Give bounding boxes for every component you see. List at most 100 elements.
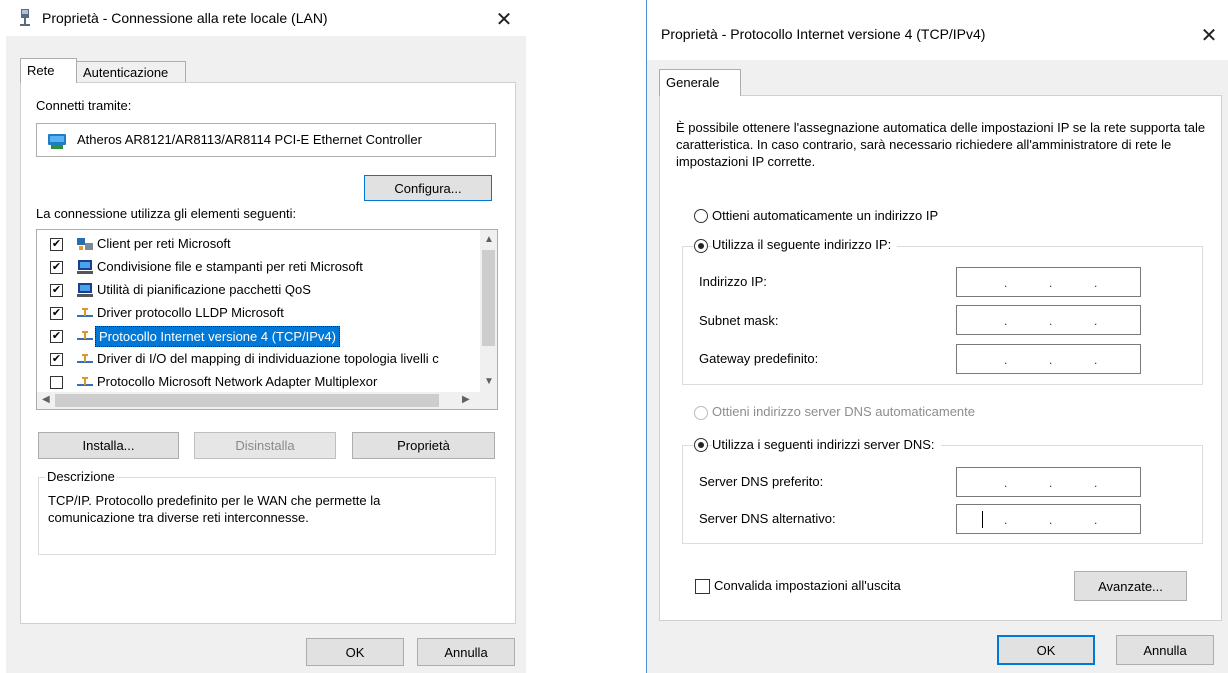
ip-dot: . [1094,353,1098,367]
adapter-name: Atheros AR8121/AR8113/AR8114 PCI-E Ether… [77,132,422,147]
gateway-label: Gateway predefinito: [699,351,819,366]
item-label: Protocollo Microsoft Network Adapter Mul… [97,374,378,389]
alternate-dns-input[interactable]: . . . [956,504,1141,534]
tab-generale[interactable]: Generale [659,69,741,96]
item-checkbox[interactable] [50,376,63,389]
ip-dot: . [1094,476,1098,490]
alternate-dns-label: Server DNS alternativo: [699,511,836,526]
ip-address-label: Indirizzo IP: [699,274,767,289]
auto-ip-radio[interactable] [694,209,708,223]
lan-close-button[interactable]: ✕ [486,4,522,34]
manual-ip-radio[interactable] [694,239,708,253]
generale-tab-panel: È possibile ottenere l'assegnazione auto… [659,95,1222,621]
auto-dns-radio[interactable] [694,406,708,420]
rete-tab-panel: Connetti tramite: Atheros AR8121/AR8113/… [20,82,516,624]
ipv4-titlebar: Proprietà - Protocollo Internet versione… [647,0,1228,60]
ethernet-adapter-icon [47,132,67,150]
ip-dot: . [1049,513,1053,527]
tab-autenticazione[interactable]: Autenticazione [76,61,186,83]
item-label: Client per reti Microsoft [97,236,231,251]
validate-label[interactable]: Convalida impostazioni all'uscita [714,578,901,593]
lan-ok-button[interactable]: OK [306,638,404,666]
vertical-scrollbar[interactable]: ▲ ▼ [480,230,497,393]
gateway-input[interactable]: . . . [956,344,1141,374]
ip-dot: . [1094,513,1098,527]
auto-ip-label[interactable]: Ottieni automaticamente un indirizzo IP [712,208,938,223]
service-icon [77,283,93,298]
ip-dot: . [1094,314,1098,328]
ip-dot: . [1004,276,1008,290]
description-label: Descrizione [45,469,117,484]
subnet-label: Subnet mask: [699,313,779,328]
ip-dot: . [1094,276,1098,290]
scroll-up-icon[interactable]: ▲ [484,234,494,245]
configure-button[interactable]: Configura... [364,175,492,201]
item-label: Protocollo Internet versione 4 (TCP/IPv4… [95,326,340,347]
properties-button[interactable]: Proprietà [352,432,495,459]
network-adapter-icon [18,9,32,27]
ipv4-properties-dialog: Proprietà - Protocollo Internet versione… [646,0,1228,673]
lan-properties-dialog: Proprietà - Connessione alla rete locale… [6,0,526,673]
preferred-dns-input[interactable]: . . . [956,467,1141,497]
ip-dot: . [1049,353,1053,367]
scrollbar-thumb[interactable] [482,250,495,346]
item-label: Utilità di pianificazione pacchetti QoS [97,282,311,297]
item-checkbox[interactable]: ✔ [50,261,63,274]
ip-dot: . [1004,513,1008,527]
hscrollbar-thumb[interactable] [55,394,439,407]
uninstall-button[interactable]: Disinstalla [194,432,336,459]
auto-dns-label[interactable]: Ottieni indirizzo server DNS automaticam… [712,404,975,419]
item-checkbox[interactable]: ✔ [50,307,63,320]
intro-text: È possibile ottenere l'assegnazione auto… [676,120,1206,169]
item-label: Condivisione file e stampanti per reti M… [97,259,363,274]
service-icon [77,260,93,275]
item-checkbox[interactable]: ✔ [50,238,63,251]
subnet-input[interactable]: . . . [956,305,1141,335]
install-button[interactable]: Installa... [38,432,179,459]
list-item-selected[interactable]: ✔ Protocollo Internet versione 4 (TCP/IP… [37,325,477,348]
ipv4-dialog-title: Proprietà - Protocollo Internet versione… [661,26,986,42]
item-label: Driver protocollo LLDP Microsoft [97,305,284,320]
scroll-right-icon[interactable]: ▶ [462,394,470,405]
list-item[interactable]: ✔ Client per reti Microsoft [37,233,477,256]
manual-ip-label[interactable]: Utilizza il seguente indirizzo IP: [712,237,898,252]
item-checkbox[interactable]: ✔ [50,330,63,343]
manual-dns-radio[interactable] [694,438,708,452]
lan-cancel-button[interactable]: Annulla [417,638,515,666]
ip-address-input[interactable]: . . . [956,267,1141,297]
adapter-box: Atheros AR8121/AR8113/AR8114 PCI-E Ether… [36,123,496,157]
ip-dot: . [1004,314,1008,328]
items-list[interactable]: ✔ Client per reti Microsoft ✔ Condivisio… [36,229,498,410]
protocol-icon [77,306,93,321]
connect-using-label: Connetti tramite: [36,98,132,113]
validate-checkbox[interactable] [695,579,710,594]
list-item[interactable]: Protocollo Microsoft Network Adapter Mul… [37,371,477,394]
horizontal-scrollbar[interactable]: ◀ ▶ [37,392,497,409]
items-label: La connessione utilizza gli elementi seg… [36,206,297,221]
ip-dot: . [1049,276,1053,290]
tab-rete[interactable]: Rete [20,58,77,83]
manual-dns-label[interactable]: Utilizza i seguenti indirizzi server DNS… [712,437,941,452]
list-item[interactable]: ✔ Driver protocollo LLDP Microsoft [37,302,477,325]
list-item[interactable]: ✔ Utilità di pianificazione pacchetti Qo… [37,279,477,302]
item-checkbox[interactable]: ✔ [50,284,63,297]
lan-titlebar: Proprietà - Connessione alla rete locale… [6,0,526,36]
scroll-down-icon[interactable]: ▼ [484,376,494,387]
item-label: Driver di I/O del mapping di individuazi… [97,351,439,366]
ip-dot: . [1004,476,1008,490]
list-item[interactable]: ✔ Driver di I/O del mapping di individua… [37,348,477,371]
ipv4-close-button[interactable]: ✕ [1191,20,1227,50]
advanced-button[interactable]: Avanzate... [1074,571,1187,601]
network-client-icon [77,237,93,252]
item-checkbox[interactable]: ✔ [50,353,63,366]
lan-dialog-title: Proprietà - Connessione alla rete locale… [42,10,328,26]
ipv4-cancel-button[interactable]: Annulla [1116,635,1214,665]
protocol-icon [77,329,93,344]
list-item[interactable]: ✔ Condivisione file e stampanti per reti… [37,256,477,279]
ip-dot: . [1004,353,1008,367]
ip-dot: . [1049,476,1053,490]
scroll-left-icon[interactable]: ◀ [42,394,50,405]
ip-dot: . [1049,314,1053,328]
ipv4-ok-button[interactable]: OK [997,635,1095,665]
protocol-icon [77,352,93,367]
